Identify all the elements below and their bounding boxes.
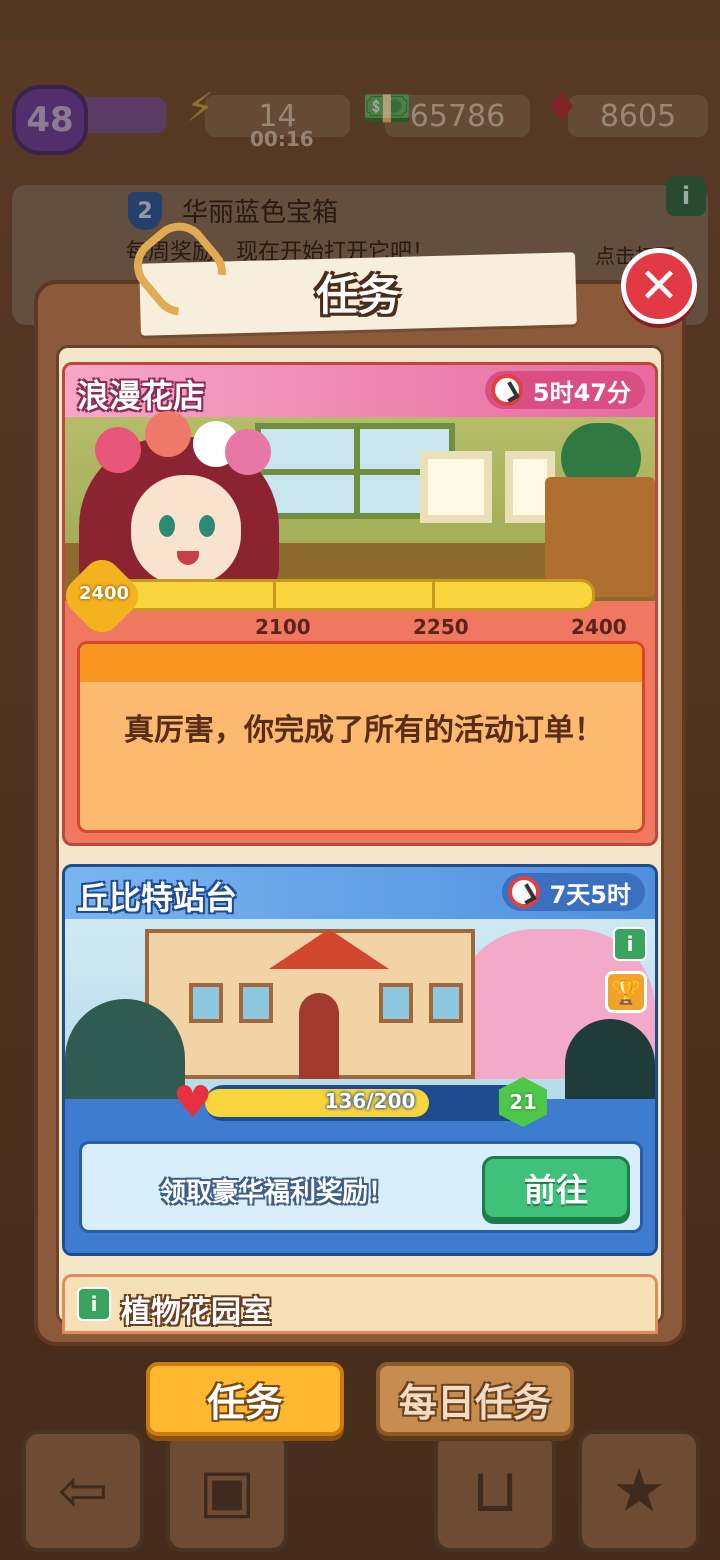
completion-message: 真厉害，你完成了所有的活动订单！ [124, 713, 604, 748]
rose-icon [225, 429, 271, 475]
eye [159, 515, 175, 537]
reward-text: 领取豪华福利奖励！ [159, 1178, 394, 1208]
timer-text: 7天5时 [549, 880, 631, 909]
flower-shop-card[interactable]: 浪漫花店 5时47分 2400 2100 2250 2400 真厉害，你完成了所… [62, 362, 658, 846]
hearts-section: 136/200 ♥ 21 领取豪华福利奖励！ 前往 [65, 1077, 655, 1253]
clock-icon [507, 876, 540, 908]
card-title: 丘比特站台 [77, 879, 238, 917]
mouth [177, 551, 199, 565]
bush [65, 999, 185, 1109]
basket-icon[interactable]: ⊔ [434, 1430, 556, 1552]
cupid-station-card[interactable]: 丘比特站台 7天5时 i 🏆 136/200 ♥ 21 领取豪华福利奖励！ 前往 [62, 864, 658, 1256]
picture-frame [420, 451, 492, 523]
go-button[interactable]: 前往 [482, 1156, 630, 1220]
milestone-label: 2100 [255, 615, 311, 639]
window [379, 983, 413, 1023]
star-card-icon[interactable]: ★ [578, 1430, 700, 1552]
tab-daily-tasks[interactable]: 每日任务 [376, 1362, 574, 1436]
tab-tasks[interactable]: 任务 [146, 1362, 344, 1436]
event-timer: 7天5时 [501, 873, 645, 911]
card-header: 丘比特站台 7天5时 [65, 867, 655, 919]
rose-icon [145, 411, 191, 457]
reward-box: 领取豪华福利奖励！ 前往 [79, 1141, 643, 1233]
bush [565, 1019, 655, 1109]
milestone-divider [432, 582, 436, 608]
rose-icon [95, 427, 141, 473]
info-icon[interactable]: i [77, 1287, 111, 1321]
window [189, 983, 223, 1023]
plant-garden-card[interactable]: i 植物花园室 [62, 1274, 658, 1334]
heart-icon: ♥ [173, 1077, 213, 1128]
close-icon: ✕ [638, 258, 680, 314]
florist-face [131, 475, 241, 585]
trophy-icon[interactable]: 🏆 [605, 971, 647, 1013]
event-timer: 5时47分 [484, 371, 645, 409]
window [239, 983, 273, 1023]
window [429, 983, 463, 1023]
card-title: 浪漫花店 [77, 377, 206, 415]
card-title: 植物花园室 [121, 1295, 271, 1330]
clock-icon [490, 374, 523, 406]
flower-shop-illustration [65, 411, 655, 607]
milestone-label: 2250 [413, 615, 469, 639]
backpack-icon[interactable]: ▣ [166, 1430, 288, 1552]
card-header: 浪漫花店 5时47分 [65, 365, 655, 417]
info-icon[interactable]: i [613, 927, 647, 961]
station-building [145, 929, 475, 1079]
hearts-progress-text: 136/200 [324, 1089, 416, 1113]
completion-box: 真厉害，你完成了所有的活动订单！ [77, 641, 645, 833]
back-arrow-icon[interactable]: ⇦ [22, 1430, 144, 1552]
milestone-label: 2400 [571, 615, 627, 639]
milestone-divider [272, 582, 276, 608]
station-illustration: i 🏆 [65, 919, 655, 1109]
completion-box-header [80, 644, 642, 682]
close-button[interactable]: ✕ [621, 248, 697, 324]
points-progress-bar [105, 579, 595, 611]
eye [199, 515, 215, 537]
hearts-progress-bar: 136/200 [205, 1085, 535, 1121]
current-points: 2400 [78, 583, 130, 604]
roof [269, 929, 389, 969]
timer-text: 5时47分 [532, 378, 631, 407]
door [299, 993, 339, 1079]
